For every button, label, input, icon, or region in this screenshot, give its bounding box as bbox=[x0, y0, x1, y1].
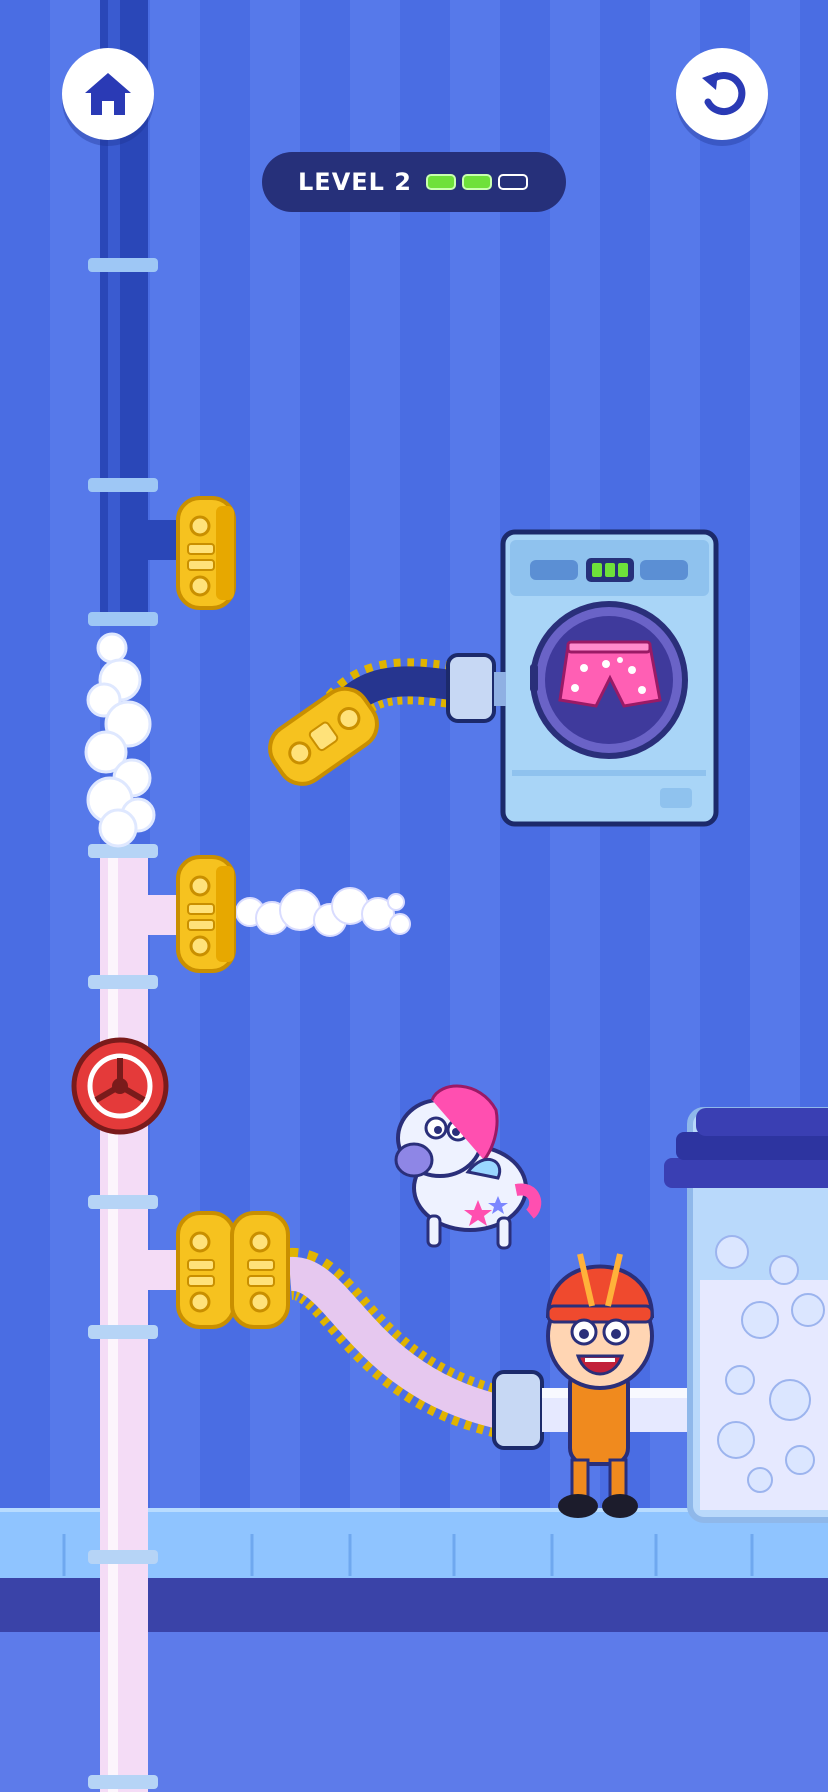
water-spray bbox=[235, 887, 411, 937]
progress-pip-3 bbox=[498, 174, 529, 190]
level-indicator: LEVEL 2 bbox=[262, 152, 566, 212]
plumber-boy bbox=[545, 1253, 655, 1518]
progress-pip-2 bbox=[462, 174, 493, 190]
shutoff-valve[interactable] bbox=[71, 1037, 169, 1135]
floor-seams bbox=[62, 1534, 754, 1576]
level-progress bbox=[426, 174, 529, 190]
unicorn bbox=[394, 1084, 542, 1250]
steam-cloud bbox=[84, 632, 156, 848]
game-scene bbox=[62, 0, 828, 1792]
home-icon bbox=[85, 73, 131, 115]
washing-machine bbox=[500, 529, 719, 827]
lower-pipe-light bbox=[88, 844, 185, 1792]
progress-pip-1 bbox=[426, 174, 457, 190]
valve-lower[interactable] bbox=[176, 1211, 290, 1329]
valve-middle[interactable] bbox=[176, 855, 236, 973]
game-stage: LEVEL 2 bbox=[0, 0, 828, 1792]
home-button[interactable] bbox=[62, 48, 154, 140]
valve-top[interactable] bbox=[176, 496, 236, 610]
restart-icon bbox=[702, 72, 746, 115]
level-label: LEVEL 2 bbox=[298, 168, 413, 196]
restart-button[interactable] bbox=[676, 48, 768, 140]
water-tank bbox=[664, 1107, 828, 1523]
